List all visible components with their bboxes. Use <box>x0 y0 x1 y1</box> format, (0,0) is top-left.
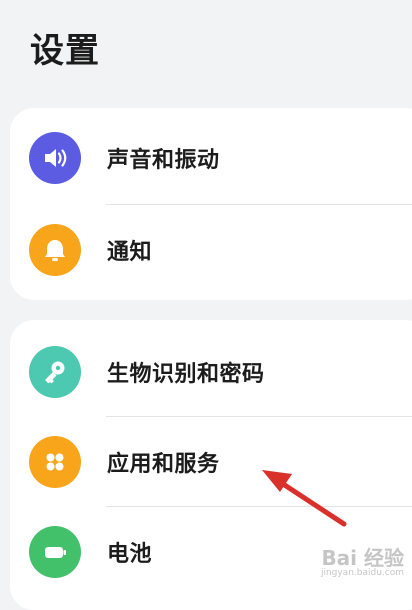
sidebar-item-apps-services[interactable]: 应用和服务 <box>10 416 412 508</box>
sidebar-item-label: 生物识别和密码 <box>107 362 265 387</box>
settings-group-1: 声音和振动 通知 <box>10 108 412 300</box>
watermark-url: jingyan.baidu.com <box>320 568 404 579</box>
watermark-logo: Bai 经验 <box>321 546 404 571</box>
battery-icon <box>29 526 81 578</box>
sidebar-item-label: 声音和振动 <box>107 148 220 173</box>
bell-icon <box>29 224 81 276</box>
page-title: 设置 <box>30 31 100 71</box>
apps-grid-icon <box>29 436 81 488</box>
annotation-arrow-icon <box>262 470 347 527</box>
key-icon <box>29 346 81 398</box>
sidebar-item-label: 应用和服务 <box>107 452 220 477</box>
volume-icon <box>29 132 81 184</box>
sidebar-item-label: 电池 <box>107 542 153 567</box>
sidebar-item-label: 通知 <box>107 240 153 265</box>
sidebar-item-notifications[interactable]: 通知 <box>10 204 412 296</box>
watermark: Bai 经验 jingyan.baidu.com <box>321 547 404 579</box>
sidebar-item-sound-vibration[interactable]: 声音和振动 <box>10 112 412 204</box>
sidebar-item-biometrics-password[interactable]: 生物识别和密码 <box>10 326 412 418</box>
